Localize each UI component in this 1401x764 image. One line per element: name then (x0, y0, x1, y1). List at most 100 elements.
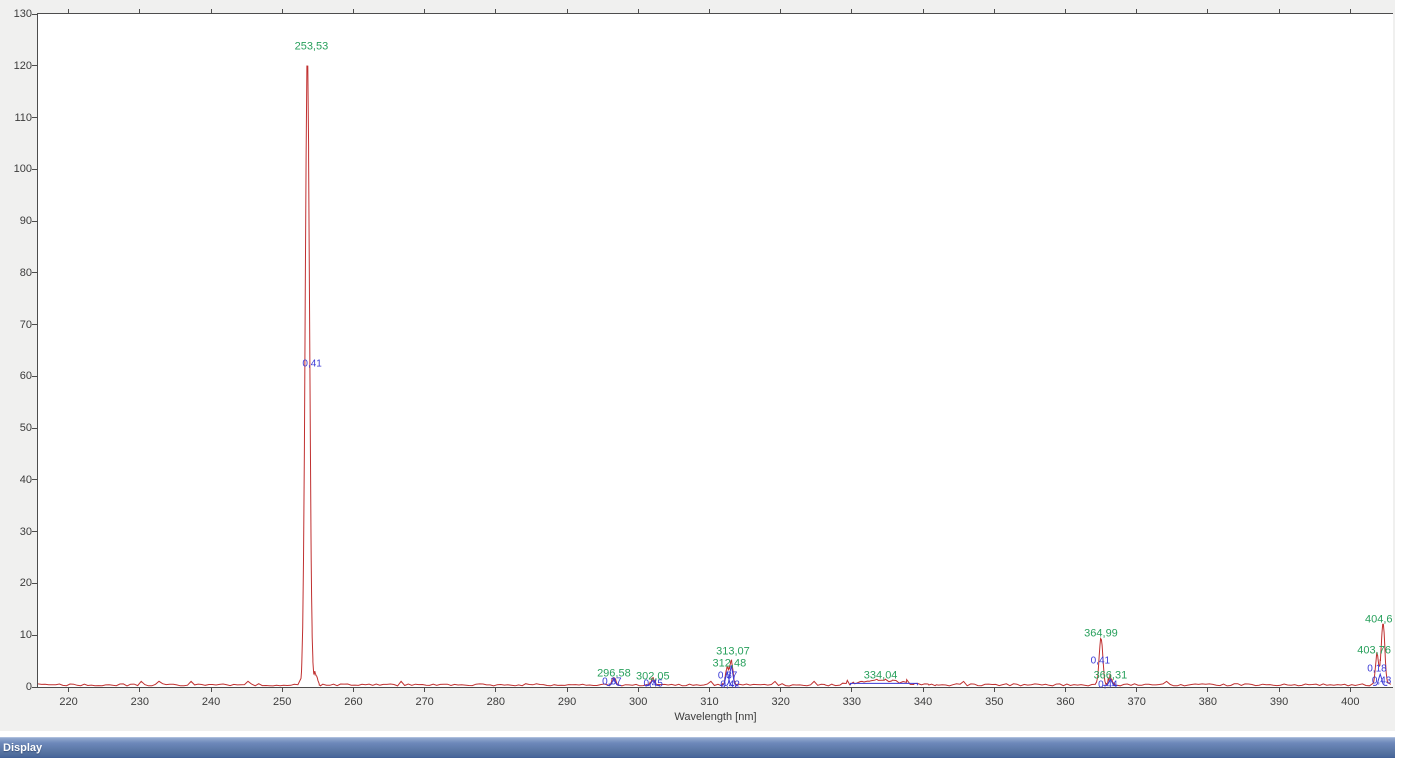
x-axis-tick (281, 688, 283, 692)
x-axis-tick-label: 340 (913, 696, 933, 708)
x-axis-tick-label: 240 (201, 696, 221, 708)
y-axis-tick-label: 130 (13, 8, 32, 20)
y-axis-tick (32, 686, 37, 688)
peak-width-label: 0,41 (1090, 655, 1111, 667)
x-axis-tick-label: 300 (629, 696, 648, 708)
y-axis-tick-label: 80 (19, 266, 32, 279)
x-axis-tick (993, 688, 995, 692)
x-axis-top-tick (780, 9, 782, 13)
peak-width-trace (849, 682, 918, 686)
peak-wavelength-label: 312,48 (712, 657, 747, 670)
y-axis-tick (32, 634, 37, 636)
x-axis-top-tick (281, 9, 283, 13)
x-axis-tick (1349, 688, 1351, 692)
x-axis-top-tick (1136, 9, 1138, 13)
chart-region: 253,53 296,58 302,05 313,07 312,48 334,04 364,… (0, 0, 1395, 731)
x-axis-tick-label: 390 (1269, 696, 1289, 708)
x-axis-top-tick (708, 9, 710, 13)
peak-wavelength-label: 403,76 (1357, 644, 1391, 657)
x-axis-tick-label: 280 (486, 696, 506, 708)
x-axis-tick (1136, 688, 1138, 692)
x-axis-tick (1278, 688, 1280, 692)
display-panel-label: Display (3, 742, 43, 754)
x-axis-tick-label: 260 (344, 696, 363, 708)
x-axis-top-tick (1207, 9, 1209, 13)
x-axis-top-tick (352, 9, 354, 13)
peak-width-label: 0,18 (1367, 663, 1387, 675)
x-axis-tick-label: 350 (985, 696, 1004, 708)
x-axis-top-tick (851, 9, 853, 13)
y-axis-tick (32, 220, 37, 222)
x-axis-tick (68, 688, 70, 692)
x-axis-tick (851, 688, 853, 692)
x-axis-top-tick (566, 9, 568, 13)
peak-width-label: 0,44 (1098, 679, 1118, 691)
peak-width-label: 0,41 (302, 358, 322, 370)
x-axis-tick-label: 400 (1341, 696, 1360, 708)
y-axis-tick-label: 90 (19, 215, 32, 228)
x-axis-top-tick (68, 9, 70, 13)
x-axis-top-tick (637, 9, 639, 13)
y-axis-tick (32, 324, 37, 326)
y-axis-tick (32, 479, 37, 481)
x-axis-tick (210, 688, 212, 692)
peak-width-label: 0,37 (602, 676, 622, 688)
display-panel-header[interactable]: Display (0, 737, 1395, 758)
y-axis-tick (32, 531, 37, 533)
x-axis-tick (1207, 688, 1209, 692)
spectrum-svg (38, 65, 1392, 687)
x-axis-tick-label: 290 (557, 696, 577, 708)
x-axis-top-tick (993, 9, 995, 13)
x-axis-top-tick (424, 9, 426, 13)
x-axis-tick-label: 360 (1056, 696, 1075, 708)
x-axis-tick-label: 220 (59, 696, 78, 708)
peak-width-label: 0,43 (1371, 675, 1392, 687)
y-axis-tick (32, 117, 37, 119)
peak-wavelength-label: 253,53 (294, 40, 329, 53)
peak-wavelength-label: 364,99 (1084, 627, 1118, 640)
x-axis-top-tick (139, 9, 141, 13)
y-axis-tick (32, 272, 37, 274)
peak-width-label: 0,42 (720, 679, 740, 691)
x-axis-title: Wavelength [nm] (674, 711, 757, 723)
peak-wavelength-label: 404,6 (1364, 613, 1393, 626)
spectrum-plot-area[interactable]: 253,53 296,58 302,05 313,07 312,48 334,04 364,… (37, 13, 1393, 691)
peak-width-label: 0,45 (643, 678, 663, 690)
x-axis-tick-label: 380 (1198, 696, 1218, 708)
x-axis-tick-label: 330 (842, 696, 862, 708)
y-axis-tick-label: 100 (13, 163, 32, 176)
y-axis-tick-label: 120 (13, 59, 32, 72)
y-axis-tick (32, 13, 37, 15)
y-axis-tick-label: 60 (19, 370, 32, 383)
y-axis-tick-label: 0 (25, 681, 32, 693)
y-axis-tick (32, 427, 37, 429)
x-axis-tick-label: 310 (700, 696, 719, 708)
x-axis-top-tick (495, 9, 497, 13)
x-axis-top-tick (922, 9, 924, 13)
x-axis-tick-label: 270 (415, 696, 434, 708)
x-axis-tick (780, 688, 782, 692)
x-axis-tick (922, 688, 924, 692)
y-axis-tick (32, 168, 37, 170)
peak-wavelength-label: 313,07 (716, 645, 750, 658)
y-axis-tick-label: 50 (19, 422, 32, 435)
y-axis-tick (32, 582, 37, 584)
x-axis-tick (566, 688, 568, 692)
y-axis-tick-label: 20 (19, 577, 32, 590)
y-axis-tick-label: 40 (19, 473, 32, 486)
x-axis-tick (139, 688, 141, 692)
y-axis-tick-label: 10 (19, 629, 32, 642)
x-axis-tick (637, 688, 639, 692)
x-axis-top-tick (1349, 9, 1351, 13)
y-axis-tick-label: 70 (19, 318, 32, 331)
x-axis-top-tick (1278, 9, 1280, 13)
x-axis-top-tick (210, 9, 212, 13)
x-axis-tick (495, 688, 497, 692)
spectrum-trace (38, 65, 1392, 687)
x-axis-tick-label: 320 (771, 696, 790, 708)
y-axis-tick-label: 30 (19, 525, 32, 538)
x-axis-tick (352, 688, 354, 692)
peak-wavelength-label: 334,04 (863, 669, 898, 682)
y-axis-tick (32, 65, 37, 67)
x-axis-tick-label: 230 (130, 696, 149, 708)
